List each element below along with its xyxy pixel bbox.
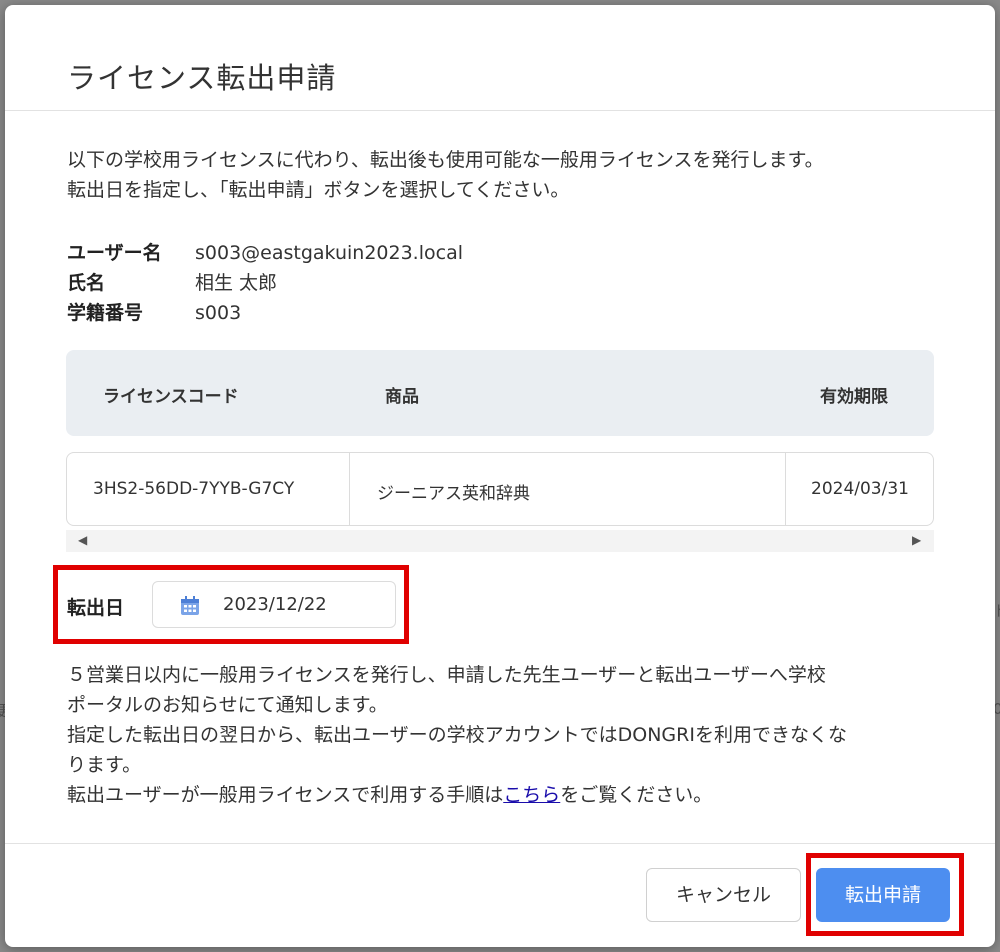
username-row: ユーザー名 s003@eastgakuin2023.local: [67, 238, 463, 268]
username-label: ユーザー名: [67, 242, 162, 264]
license-transfer-dialog: ライセンス転出申請 以下の学校用ライセンスに代わり、転出後も使用可能な一般用ライ…: [5, 5, 995, 947]
notes-line-5-suffix: をご覧ください。: [560, 784, 713, 806]
footer-divider: [5, 843, 995, 844]
column-divider: [349, 453, 350, 525]
cell-expiry: 2024/03/31: [811, 479, 909, 499]
student-no-value: s003: [195, 302, 242, 324]
cell-product: ジーニアス英和辞典: [377, 484, 530, 504]
table-horizontal-scrollbar[interactable]: ◀ ▶: [66, 530, 934, 552]
license-table-header: ライセンスコード 商品 有効期限: [66, 350, 934, 436]
header-expiry: 有効期限: [820, 387, 888, 407]
header-product: 商品: [385, 387, 419, 407]
notes-line-2: ポータルのお知らせにて通知します。: [67, 694, 388, 716]
scroll-left-icon[interactable]: ◀: [78, 533, 87, 547]
notes-text: ５営業日以内に一般用ライセンスを発行し、申請した先生ユーザーと転出ユーザーへ学校…: [67, 660, 847, 810]
intro-line-1: 以下の学校用ライセンスに代わり、転出後も使用可能な一般用ライセンスを発行します。: [67, 149, 824, 171]
header-license-code: ライセンスコード: [103, 387, 239, 407]
notes-line-5-prefix: 転出ユーザーが一般用ライセンスで利用する手順は: [67, 784, 504, 806]
notes-line-5: 転出ユーザーが一般用ライセンスで利用する手順はこちらをご覧ください。: [67, 780, 847, 810]
name-row: 氏名 相生 太郎: [67, 268, 463, 298]
scroll-right-icon[interactable]: ▶: [912, 533, 921, 547]
column-divider: [785, 453, 786, 525]
date-highlight-box: [53, 565, 409, 644]
username-value: s003@eastgakuin2023.local: [195, 242, 463, 264]
notes-line-3: 指定した転出日の翌日から、転出ユーザーの学校アカウントではDONGRIを利用でき…: [67, 724, 847, 746]
submit-transfer-button[interactable]: 転出申請: [816, 868, 950, 922]
name-value: 相生 太郎: [195, 272, 278, 294]
instructions-link[interactable]: こちら: [503, 784, 560, 806]
dialog-title: ライセンス転出申請: [67, 61, 337, 95]
cancel-button[interactable]: キャンセル: [646, 868, 801, 922]
user-info: ユーザー名 s003@eastgakuin2023.local 氏名 相生 太郎…: [67, 238, 463, 328]
name-label: 氏名: [67, 272, 106, 294]
intro-line-2: 転出日を指定し、「転出申請」ボタンを選択してください。: [67, 179, 570, 201]
table-row: 3HS2-56DD-7YYB-G7CY ジーニアス英和辞典 2024/03/31: [66, 452, 934, 526]
notes-line-1: ５営業日以内に一般用ライセンスを発行し、申請した先生ユーザーと転出ユーザーへ学校: [67, 664, 826, 686]
student-no-row: 学籍番号 s003: [67, 298, 463, 328]
title-divider: [5, 110, 995, 111]
student-no-label: 学籍番号: [67, 302, 144, 324]
notes-line-4: ります。: [67, 754, 142, 776]
intro-text: 以下の学校用ライセンスに代わり、転出後も使用可能な一般用ライセンスを発行します。…: [67, 145, 824, 205]
cell-license-code: 3HS2-56DD-7YYB-G7CY: [93, 479, 295, 499]
